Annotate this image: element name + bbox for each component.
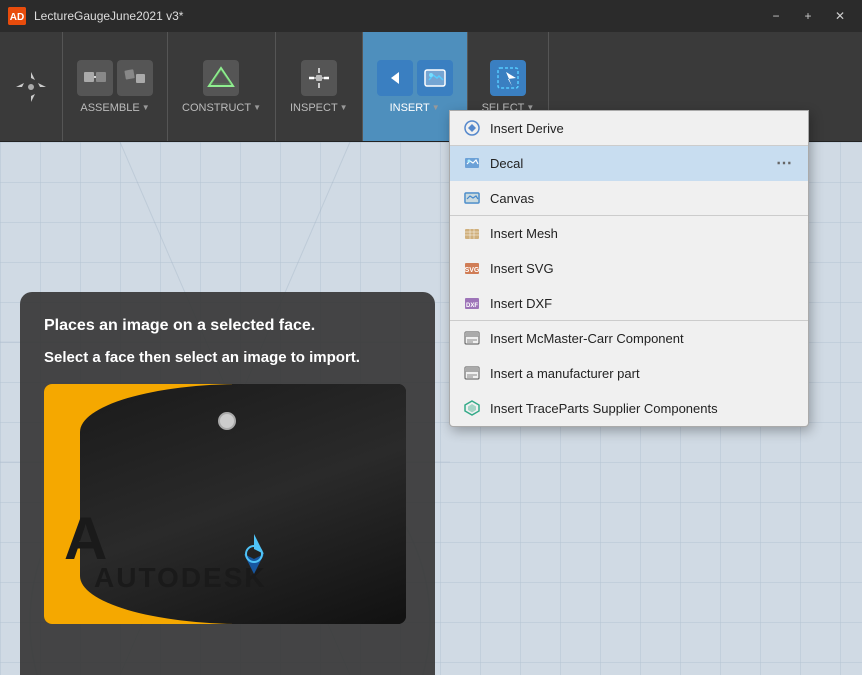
decal-icon <box>462 153 482 173</box>
menu-item-decal[interactable]: Decal ⋯ <box>450 146 808 181</box>
inspect-icon <box>301 60 337 96</box>
window-controls: − + ✕ <box>762 6 854 26</box>
derive-icon <box>462 118 482 138</box>
select-icons <box>490 60 526 96</box>
manufacturer-label: Insert a manufacturer part <box>490 366 796 381</box>
title-bar: AD LectureGaugeJune2021 v3* − + ✕ <box>0 0 862 32</box>
tooltip-box: Places an image on a selected face. Sele… <box>20 292 435 675</box>
insert-derive-label: Insert Derive <box>490 121 796 136</box>
mcmaster-label: Insert McMaster-Carr Component <box>490 331 796 346</box>
traceparts-icon <box>462 398 482 418</box>
select-icon <box>490 60 526 96</box>
menu-item-manufacturer[interactable]: Insert a manufacturer part <box>450 356 808 391</box>
decal-more-dots: ⋯ <box>772 153 796 173</box>
mesh-icon <box>462 223 482 243</box>
decal-label: Decal <box>490 156 764 171</box>
app-icon: AD <box>8 7 26 25</box>
menu-item-canvas[interactable]: Canvas <box>450 181 808 216</box>
insert-label: INSERT ▼ <box>390 102 440 114</box>
insert-svg-label: Insert SVG <box>490 261 796 276</box>
toolbar-assemble[interactable]: ASSEMBLE ▼ <box>63 32 168 141</box>
toolbar-move[interactable] <box>0 32 63 141</box>
construct-label: CONSTRUCT ▼ <box>182 102 261 114</box>
close-button[interactable]: ✕ <box>826 6 854 26</box>
traceparts-label: Insert TraceParts Supplier Components <box>490 401 796 416</box>
insert-arrow: ▼ <box>432 103 440 112</box>
menu-item-traceparts[interactable]: Insert TraceParts Supplier Components <box>450 391 808 426</box>
autodesk-graphic: A AUTODESK <box>44 384 406 624</box>
svg-text:AD: AD <box>10 12 24 23</box>
tooltip-subtitle: Select a face then select an image to im… <box>44 349 411 366</box>
menu-item-insert-derive[interactable]: Insert Derive <box>450 111 808 146</box>
arrow-graphic <box>229 529 269 569</box>
manufacturer-icon <box>462 363 482 383</box>
inspect-arrow: ▼ <box>340 103 348 112</box>
canvas-label: Canvas <box>490 191 796 206</box>
construct-arrow: ▼ <box>253 103 261 112</box>
tooltip-title: Places an image on a selected face. <box>44 316 411 337</box>
a-logo: A <box>64 509 107 569</box>
insert-icons <box>377 60 453 96</box>
inspect-label: INSPECT ▼ <box>290 102 348 114</box>
insert-mesh-label: Insert Mesh <box>490 226 796 241</box>
svg-text:SVG: SVG <box>465 267 480 274</box>
maximize-button[interactable]: + <box>794 6 822 26</box>
dropdown-menu: Insert Derive Decal ⋯ Canvas <box>449 110 809 427</box>
minimize-button[interactable]: − <box>762 6 790 26</box>
toolbar-inspect[interactable]: INSPECT ▼ <box>276 32 363 141</box>
svg-text:DXF: DXF <box>466 303 478 309</box>
canvas-icon <box>462 188 482 208</box>
menu-item-insert-svg[interactable]: SVG Insert SVG <box>450 251 808 286</box>
assemble-label: ASSEMBLE ▼ <box>80 102 149 114</box>
assemble-icon-2 <box>117 60 153 96</box>
insert-icon-2 <box>417 60 453 96</box>
construct-icon-1 <box>203 60 239 96</box>
inspect-icons <box>301 60 337 96</box>
menu-item-mcmaster[interactable]: Insert McMaster-Carr Component <box>450 321 808 356</box>
menu-item-insert-dxf[interactable]: DXF Insert DXF <box>450 286 808 321</box>
insert-icon-1 <box>377 60 413 96</box>
menu-item-insert-mesh[interactable]: Insert Mesh <box>450 216 808 251</box>
assemble-icon-1 <box>77 60 113 96</box>
mcmaster-icon <box>462 328 482 348</box>
assemble-icons <box>77 60 153 96</box>
move-icon <box>12 68 50 106</box>
svg-icon: SVG <box>462 258 482 278</box>
toolbar-construct[interactable]: CONSTRUCT ▼ <box>168 32 276 141</box>
tooltip-image: A AUTODESK <box>44 384 406 624</box>
assemble-arrow: ▼ <box>142 103 150 112</box>
dxf-icon: DXF <box>462 293 482 313</box>
window-title: LectureGaugeJune2021 v3* <box>34 9 762 23</box>
rivet <box>218 412 236 430</box>
construct-icons <box>203 60 239 96</box>
insert-dxf-label: Insert DXF <box>490 296 796 311</box>
